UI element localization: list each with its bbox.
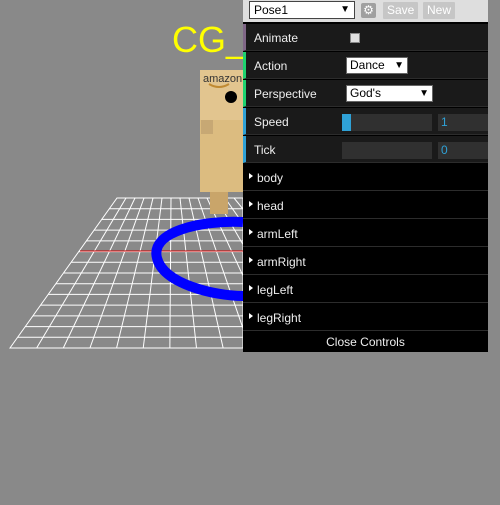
tick-row: Tick 0 [243, 136, 488, 163]
new-button[interactable]: New [423, 2, 456, 19]
folder-leg-right[interactable]: legRight [243, 304, 488, 331]
tick-label: Tick [254, 143, 276, 157]
amazon-logo: amazon [203, 73, 242, 85]
speed-slider[interactable] [342, 114, 432, 131]
tick-slider[interactable] [342, 142, 432, 159]
preset-select-value: Pose1 [254, 3, 289, 17]
folder-head[interactable]: head [243, 192, 488, 219]
chevron-down-icon: ▼ [340, 4, 350, 15]
folder-label: body [257, 171, 284, 185]
caret-right-icon [249, 173, 253, 179]
caret-right-icon [249, 201, 253, 207]
action-row: Action Dance ▼ [243, 52, 488, 79]
action-select[interactable]: Dance ▼ [346, 57, 408, 74]
folder-label: armLeft [257, 227, 298, 241]
folder-label: legRight [257, 311, 302, 325]
perspective-row: Perspective God's ▼ [243, 80, 488, 107]
tick-input[interactable]: 0 [438, 142, 488, 159]
folder-label: legLeft [257, 283, 294, 297]
blue-ring [151, 216, 244, 301]
perspective-select-value: God's [350, 86, 381, 100]
speed-label: Speed [254, 115, 289, 129]
robot-figure [200, 70, 243, 214]
controls-panel: Pose1 ▼ ⚙ Save New Animate Action Dance … [243, 0, 488, 352]
speed-input[interactable]: 1 [438, 114, 488, 131]
action-select-value: Dance [350, 58, 385, 72]
caret-right-icon [249, 229, 253, 235]
folder-leg-left[interactable]: legLeft [243, 276, 488, 303]
folder-label: armRight [257, 255, 306, 269]
folder-arm-right[interactable]: armRight [243, 248, 488, 275]
caret-right-icon [249, 313, 253, 319]
chevron-down-icon: ▼ [419, 88, 429, 99]
grid-line [233, 197, 244, 210]
folder-label: head [257, 199, 284, 213]
folder-body[interactable]: body [243, 164, 488, 191]
perspective-label: Perspective [254, 87, 317, 101]
perspective-select[interactable]: God's ▼ [346, 85, 433, 102]
animate-checkbox[interactable] [350, 33, 360, 43]
folder-arm-left[interactable]: armLeft [243, 220, 488, 247]
save-button[interactable]: Save [383, 2, 419, 19]
caret-right-icon [249, 257, 253, 263]
preset-bar: Pose1 ▼ ⚙ Save New [243, 0, 488, 22]
animate-row: Animate [243, 24, 488, 51]
action-label: Action [254, 59, 288, 73]
close-controls-button[interactable]: Close Controls [243, 332, 488, 352]
chevron-down-icon: ▼ [394, 60, 404, 71]
caret-right-icon [249, 285, 253, 291]
animate-label: Animate [254, 31, 299, 45]
preset-select[interactable]: Pose1 ▼ [249, 1, 355, 19]
speed-row: Speed 1 [243, 108, 488, 135]
gear-icon[interactable]: ⚙ [361, 3, 376, 18]
speed-slider-fill [342, 114, 351, 131]
